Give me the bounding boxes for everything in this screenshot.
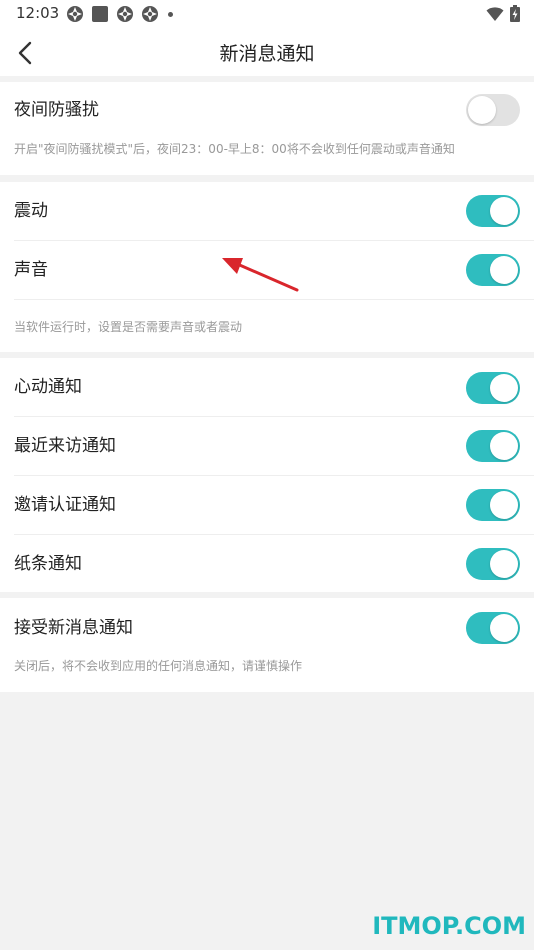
vibration-label: 震动 [14, 201, 48, 221]
wifi-icon [486, 6, 504, 21]
toggle-knob [490, 550, 518, 578]
heartbeat-notify-label: 心动通知 [14, 377, 82, 397]
note-notify-label: 纸条通知 [14, 554, 82, 574]
note-notify-toggle[interactable] [466, 548, 520, 580]
alert-hint: 当软件运行时，设置是否需要声音或者震动 [14, 320, 243, 334]
toggle-knob [490, 614, 518, 642]
system-icons [480, 5, 520, 22]
toggle-knob [490, 374, 518, 402]
annotation-arrow-icon [222, 258, 299, 292]
image-notification-icon [92, 6, 108, 22]
status-bar: 12:03 [0, 0, 534, 28]
toggle-knob [490, 491, 518, 519]
app-notification-icon [67, 6, 83, 22]
night-mode-row: 夜间防骚扰 [0, 82, 534, 138]
heartbeat-notify-row: 心动通知 [0, 358, 534, 416]
sound-label: 声音 [14, 260, 48, 280]
page-title: 新消息通知 [219, 43, 315, 65]
watermark-logo: ITMOP.COM [372, 912, 526, 940]
night-mode-hint: 开启"夜间防骚扰模式"后，夜间23：00-早上8：00将不会收到任何震动或声音通… [14, 142, 455, 156]
toggle-knob [490, 197, 518, 225]
app-notification-icon-3 [142, 6, 158, 22]
sound-toggle[interactable] [466, 254, 520, 286]
battery-charging-icon [510, 5, 520, 22]
notification-icons [66, 5, 173, 23]
notification-types-section: 心动通知 最近来访通知 邀请认证通知 纸条通知 [0, 358, 534, 592]
nav-bar: 新消息通知 [0, 28, 534, 76]
app-notification-icon-2 [117, 6, 133, 22]
toggle-knob [490, 256, 518, 284]
invite-verify-label: 邀请认证通知 [14, 495, 116, 515]
recent-visitors-toggle[interactable] [466, 430, 520, 462]
receive-row: 接受新消息通知 [0, 598, 534, 656]
note-notify-row: 纸条通知 [0, 535, 534, 592]
toggle-knob [468, 96, 496, 124]
invite-verify-row: 邀请认证通知 [0, 476, 534, 534]
vibration-toggle[interactable] [466, 195, 520, 227]
more-notifications-dot [168, 11, 173, 17]
receive-section: 接受新消息通知 关闭后，将不会收到应用的任何消息通知，请谨慎操作 [0, 598, 534, 692]
status-time: 12:03 [16, 4, 60, 22]
receive-toggle[interactable] [466, 612, 520, 644]
heartbeat-notify-toggle[interactable] [466, 372, 520, 404]
vibration-row: 震动 [0, 182, 534, 240]
night-mode-toggle[interactable] [466, 94, 520, 126]
recent-visitors-label: 最近来访通知 [14, 436, 116, 456]
recent-visitors-row: 最近来访通知 [0, 417, 534, 475]
invite-verify-toggle[interactable] [466, 489, 520, 521]
receive-hint: 关闭后，将不会收到应用的任何消息通知，请谨慎操作 [14, 659, 303, 673]
night-mode-label: 夜间防骚扰 [14, 100, 99, 120]
night-mode-section: 夜间防骚扰 开启"夜间防骚扰模式"后，夜间23：00-早上8：00将不会收到任何… [0, 82, 534, 175]
toggle-knob [490, 432, 518, 460]
receive-label: 接受新消息通知 [14, 618, 133, 638]
